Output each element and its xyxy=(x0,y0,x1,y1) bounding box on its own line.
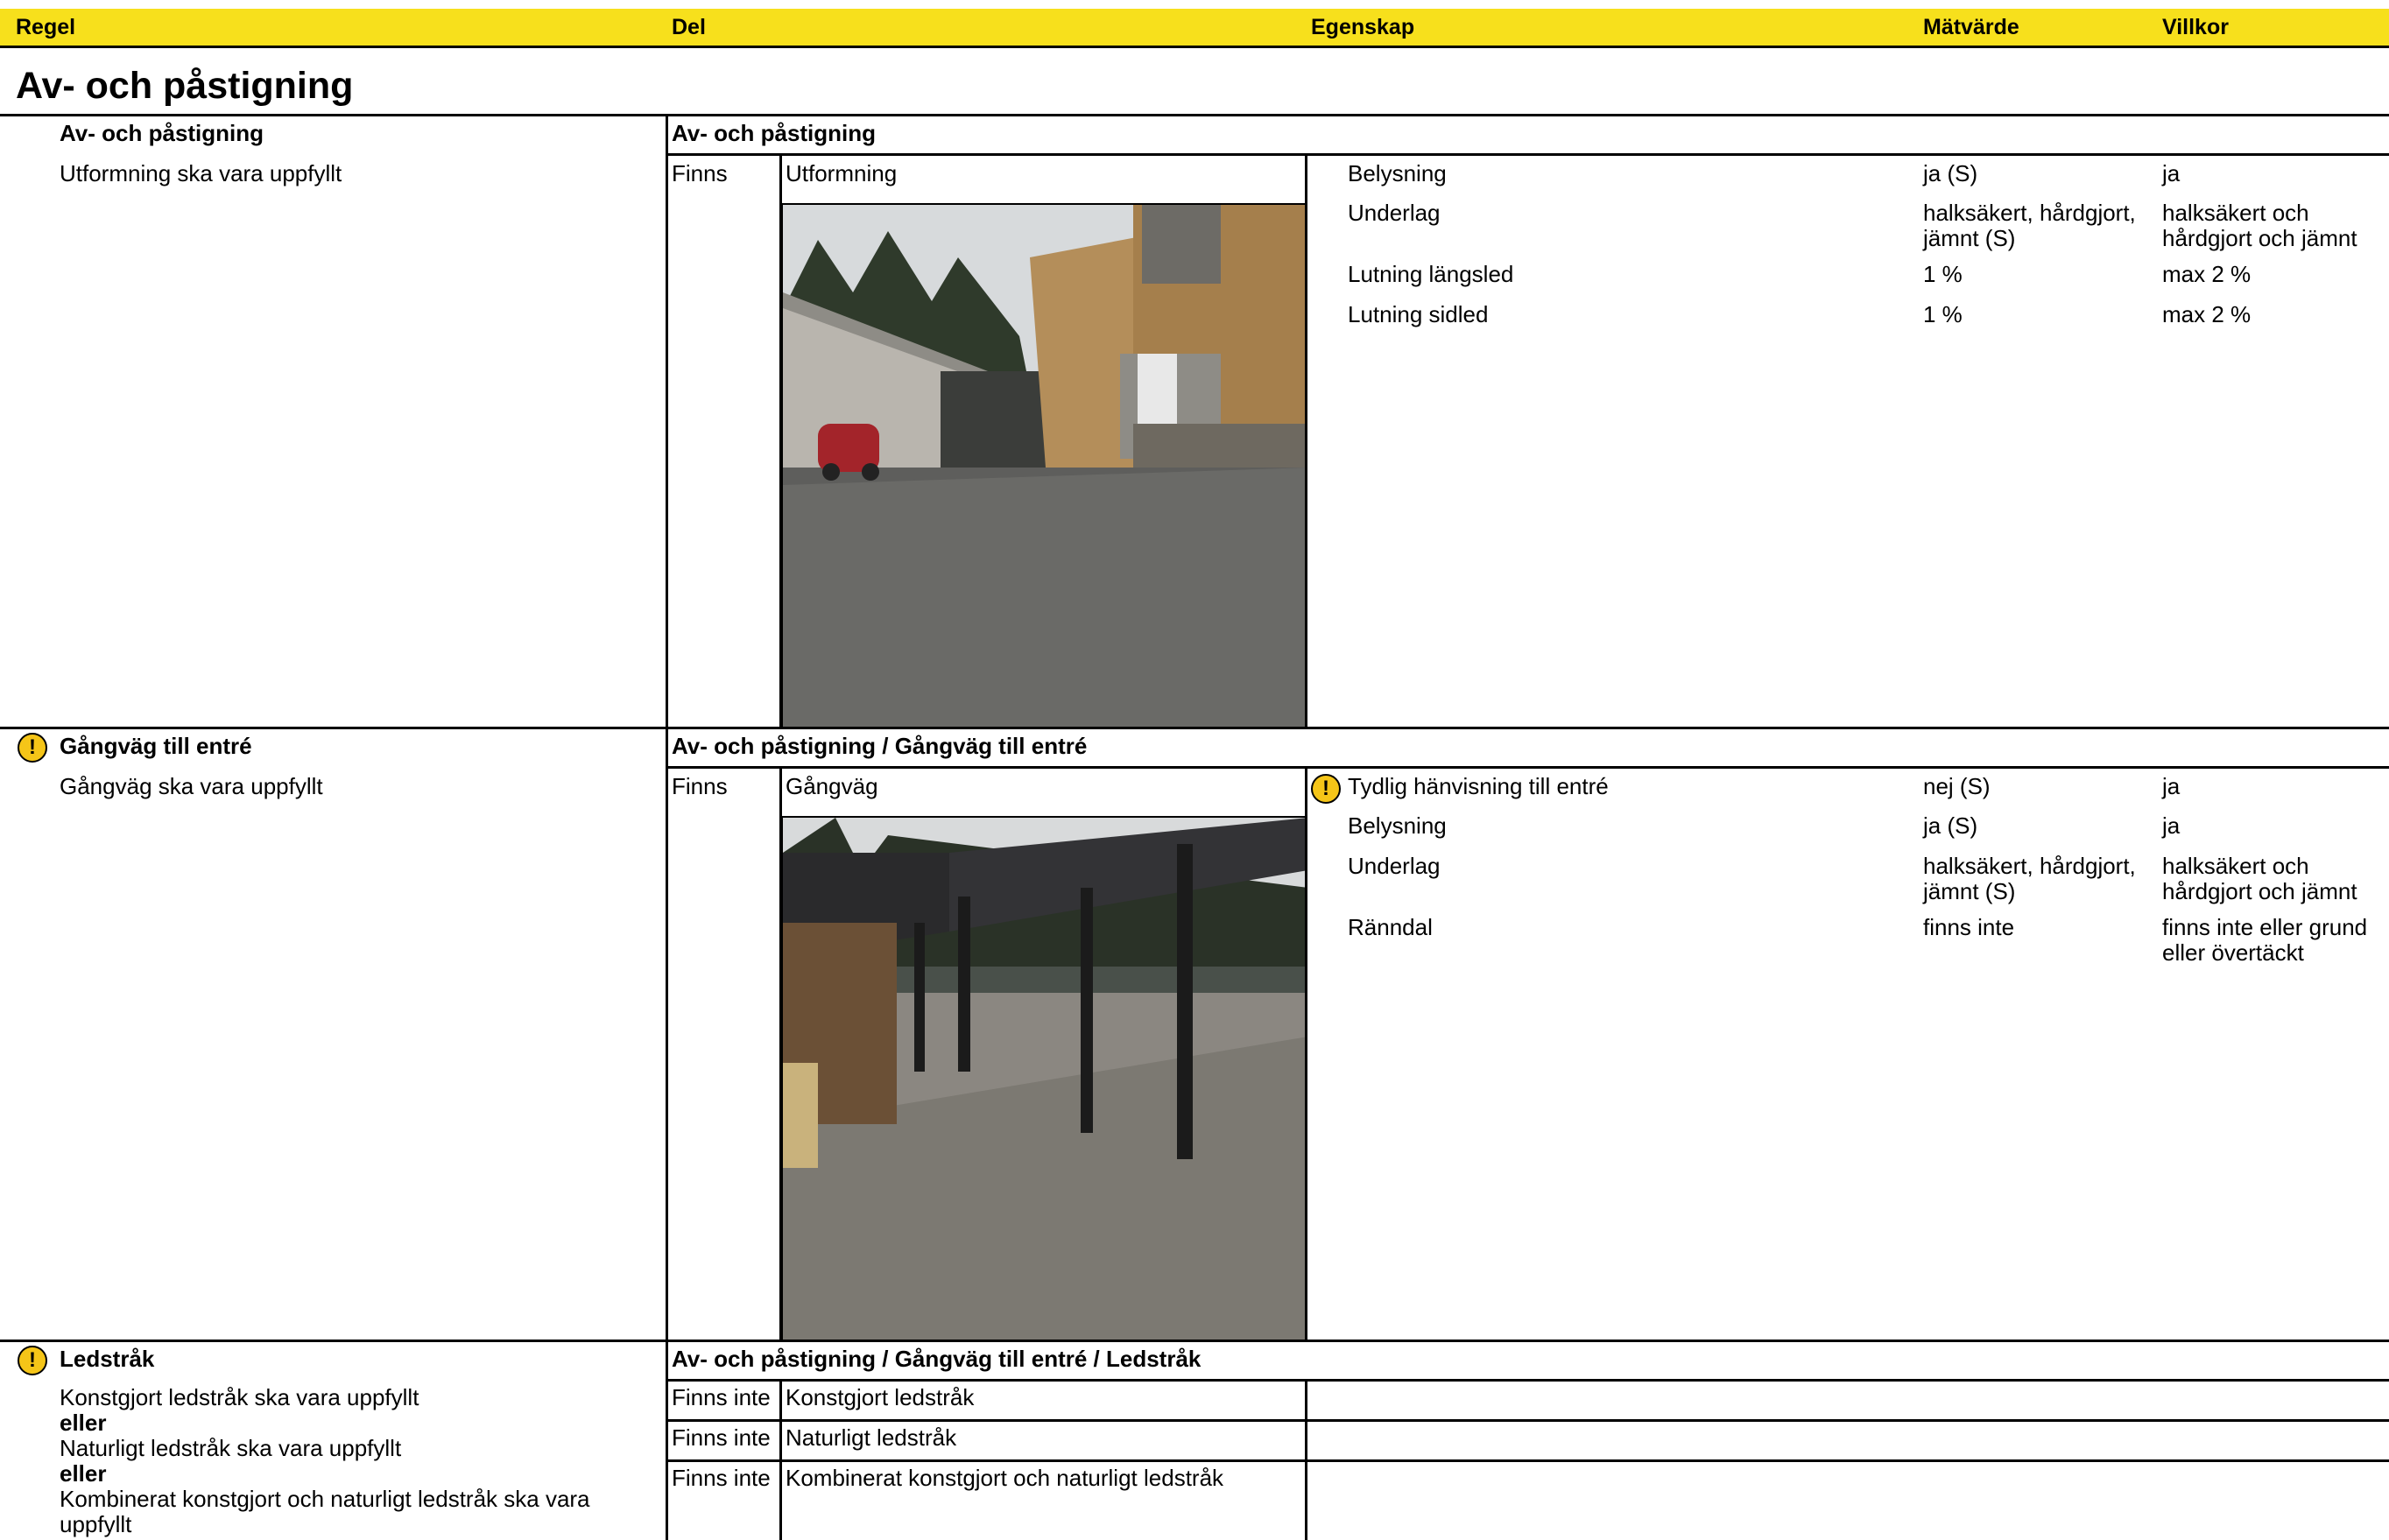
rule-text: Utformning ska vara uppfyllt xyxy=(60,160,342,186)
divider xyxy=(667,153,2389,156)
property-value: nej (S) xyxy=(1923,773,1991,799)
photo-gangvag xyxy=(781,816,1307,1341)
rule-text: Naturligt ledstråk ska vara uppfyllt xyxy=(60,1435,402,1461)
property-value: 1 % xyxy=(1923,301,1963,327)
property-condition: hårdgjort och jämnt xyxy=(2162,878,2357,904)
divider xyxy=(0,114,2389,116)
property-value: 1 % xyxy=(1923,261,1963,287)
property-condition: halksäkert och xyxy=(2162,853,2309,879)
property-condition: hårdgjort och jämnt xyxy=(2162,225,2357,251)
rule-title: Gångväg till entré xyxy=(60,733,252,759)
property-value: jämnt (S) xyxy=(1923,878,2016,904)
rule-text: Kombinerat konstgjort och naturligt leds… xyxy=(60,1486,590,1512)
part-status: Finns xyxy=(672,160,728,186)
col-del: Del xyxy=(672,15,706,39)
property-value: ja (S) xyxy=(1923,812,1978,839)
property-condition: eller övertäckt xyxy=(2162,939,2304,966)
property-condition: max 2 % xyxy=(2162,261,2252,287)
part-name: Utformning xyxy=(786,160,898,186)
rule-or: eller xyxy=(60,1460,107,1487)
warning-icon: ! xyxy=(1311,774,1341,804)
property-condition: ja xyxy=(2162,160,2181,186)
rule-title: Av- och påstigning xyxy=(60,120,264,146)
warning-icon: ! xyxy=(18,1346,47,1375)
property-name: Underlag xyxy=(1348,853,1441,879)
property-name: Ränndal xyxy=(1348,914,1433,940)
part-name: Konstgjort ledstråk xyxy=(786,1384,975,1410)
warning-icon: ! xyxy=(18,733,47,763)
property-value: halksäkert, hårdgjort, xyxy=(1923,853,2136,879)
property-condition: ja xyxy=(2162,773,2181,799)
part-path: Av- och påstigning / Gångväg till entré xyxy=(672,733,1088,759)
rule-or: eller xyxy=(60,1410,107,1436)
part-status: Finns xyxy=(672,773,728,799)
divider xyxy=(1305,1379,1307,1540)
divider xyxy=(666,114,668,1540)
divider xyxy=(667,1379,2389,1382)
property-value: finns inte xyxy=(1923,914,2015,940)
property-condition: finns inte eller grund xyxy=(2162,914,2368,940)
property-value: halksäkert, hårdgjort, xyxy=(1923,200,2136,226)
property-name: Lutning längsled xyxy=(1348,261,1514,287)
property-name: Belysning xyxy=(1348,812,1447,839)
property-condition: halksäkert och xyxy=(2162,200,2309,226)
part-name: Kombinerat konstgjort och naturligt leds… xyxy=(786,1465,1224,1491)
rule-text: Konstgjort ledstråk ska vara uppfyllt xyxy=(60,1384,419,1410)
rule-text: uppfyllt xyxy=(60,1511,132,1537)
property-condition: ja xyxy=(2162,812,2181,839)
divider xyxy=(667,1419,2389,1422)
part-name: Naturligt ledstråk xyxy=(786,1424,957,1451)
property-name: Lutning sidled xyxy=(1348,301,1489,327)
part-name: Gångväg xyxy=(786,773,878,799)
part-status: Finns inte xyxy=(672,1424,771,1451)
divider xyxy=(667,766,2389,769)
property-condition: max 2 % xyxy=(2162,301,2252,327)
property-value: jämnt (S) xyxy=(1923,225,2016,251)
part-path: Av- och påstigning / Gångväg till entré … xyxy=(672,1346,1202,1372)
property-name: Belysning xyxy=(1348,160,1447,186)
property-value: ja (S) xyxy=(1923,160,1978,186)
photo-utformning xyxy=(781,203,1307,728)
divider xyxy=(667,1459,2389,1462)
col-egenskap: Egenskap xyxy=(1311,15,1415,39)
property-name: Tydlig hänvisning till entré xyxy=(1348,773,1609,799)
col-regel: Regel xyxy=(16,15,76,39)
part-status: Finns inte xyxy=(672,1384,771,1410)
part-status: Finns inte xyxy=(672,1465,771,1491)
divider xyxy=(779,1379,782,1540)
rule-title: Ledstråk xyxy=(60,1346,155,1372)
rule-text: Gångväg ska vara uppfyllt xyxy=(60,773,323,799)
column-header-bar: Regel Del Egenskap Mätvärde Villkor xyxy=(0,9,2389,48)
col-matvarde: Mätvärde xyxy=(1923,15,2019,39)
section-title: Av- och påstigning xyxy=(16,65,354,107)
property-name: Underlag xyxy=(1348,200,1441,226)
part-path: Av- och påstigning xyxy=(672,120,877,146)
col-villkor: Villkor xyxy=(2162,15,2229,39)
